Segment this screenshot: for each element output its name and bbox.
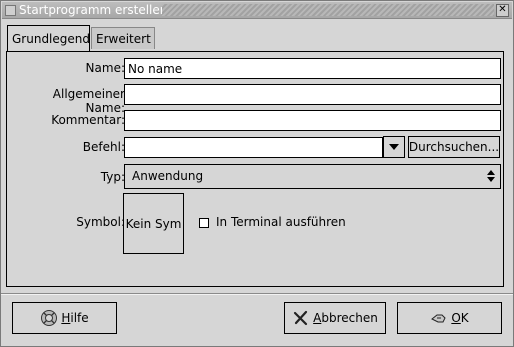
button-separator bbox=[1, 293, 513, 295]
tab-erweitert[interactable]: Erweitert bbox=[91, 27, 155, 49]
command-label: Befehl: bbox=[82, 140, 125, 154]
comment-input[interactable] bbox=[124, 110, 501, 131]
ok-button[interactable]: OK bbox=[397, 302, 502, 334]
cancel-x-icon bbox=[294, 310, 308, 326]
comment-label: Kommentar: bbox=[51, 113, 125, 127]
type-label: Typ: bbox=[100, 170, 125, 184]
terminal-label[interactable]: In Terminal ausführen bbox=[216, 215, 346, 229]
terminal-checkbox[interactable] bbox=[199, 218, 209, 228]
dialog-window: Startprogramm erstellen ✕ Grundlegend Er… bbox=[0, 0, 514, 347]
ok-button-label: OK bbox=[451, 311, 469, 325]
type-select[interactable]: Anwendung bbox=[124, 164, 501, 189]
help-button-label: Hilfe bbox=[61, 311, 89, 325]
icon-label: Symbol: bbox=[76, 215, 125, 229]
window-title: Startprogramm erstellen bbox=[19, 3, 168, 17]
cancel-button[interactable]: Abbrechen bbox=[284, 302, 386, 334]
generic-name-label: Allgemeiner Name: bbox=[52, 87, 125, 115]
browse-button[interactable]: Durchsuchen... bbox=[408, 136, 500, 158]
help-button[interactable]: Hilfe bbox=[12, 302, 117, 334]
command-history-dropdown-icon[interactable] bbox=[383, 136, 405, 158]
icon-picker-button[interactable]: Kein Sym bbox=[123, 193, 184, 254]
command-input[interactable] bbox=[124, 137, 383, 158]
tab-panel: Name: Allgemeiner Name: Kommentar: Befeh… bbox=[6, 51, 504, 287]
spinner-arrows-icon bbox=[487, 170, 495, 182]
browse-button-label: Durchsuchen... bbox=[408, 140, 500, 154]
tab-grundlegend[interactable]: Grundlegend bbox=[7, 25, 90, 51]
name-label: Name: bbox=[85, 61, 125, 75]
title-bar-grip bbox=[162, 4, 494, 16]
generic-name-input[interactable] bbox=[124, 84, 501, 105]
title-bar[interactable]: Startprogramm erstellen ✕ bbox=[2, 2, 512, 19]
cancel-button-label: Abbrechen bbox=[313, 311, 378, 325]
ok-hand-icon bbox=[431, 314, 446, 323]
close-icon[interactable]: ✕ bbox=[496, 4, 509, 17]
window-menu-icon[interactable] bbox=[5, 5, 16, 16]
type-select-value: Anwendung bbox=[132, 169, 204, 183]
name-input[interactable] bbox=[124, 58, 501, 79]
icon-picker-label: Kein Sym bbox=[125, 216, 182, 231]
lifebuoy-icon bbox=[41, 310, 58, 326]
